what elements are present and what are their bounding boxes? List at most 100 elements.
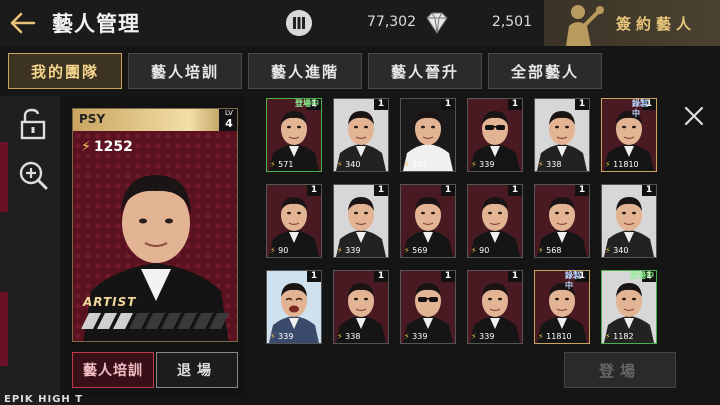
tab-my-team[interactable]: 我的團隊 <box>8 53 122 89</box>
album-count: 77,302 <box>367 14 416 30</box>
go-on-stage-button[interactable]: 登場 <box>564 352 676 388</box>
card-power: ⚡ 569 <box>404 246 428 255</box>
bolt-icon: ⚡ <box>337 160 343 169</box>
card-level: 1 <box>441 271 455 282</box>
artist-card[interactable]: 1 ⚡ 568 <box>534 184 590 258</box>
artist-name: PSY <box>79 112 106 126</box>
tab-artist-training[interactable]: 藝人培訓 <box>128 53 242 89</box>
card-power: ⚡ 11810 <box>605 160 639 169</box>
card-power: ⚡ 338 <box>337 332 361 341</box>
card-power: ⚡ 571 <box>270 160 294 169</box>
card-level: 1 <box>508 271 522 282</box>
card-power: ⚡ 341 <box>404 160 428 169</box>
status-badge: 錄製中 <box>565 271 581 290</box>
artist-logo: ARTIST <box>83 295 137 309</box>
close-icon[interactable] <box>682 104 706 128</box>
artist-portrait <box>73 131 237 341</box>
card-level: 1 <box>508 99 522 110</box>
artist-detail-panel: PSY LV 4 ⚡ 1252 ARTIST 藝人培訓 退場 <box>62 96 246 398</box>
card-power: ⚡ 90 <box>471 246 490 255</box>
signed-artists-label: 簽約藝人 <box>616 15 697 33</box>
artist-card[interactable]: 1 ⚡ 340 <box>333 98 389 172</box>
bolt-icon: ⚡ <box>538 160 544 169</box>
bolt-icon: ⚡ <box>270 246 276 255</box>
artist-card[interactable]: 1 ⚡ 341 <box>400 98 456 172</box>
bolt-icon: ⚡ <box>471 246 477 255</box>
tab-artist-advance[interactable]: 藝人進階 <box>248 53 362 89</box>
card-power: ⚡ 339 <box>337 246 361 255</box>
page-title: 藝人管理 <box>52 12 140 36</box>
unlock-icon[interactable] <box>18 108 48 140</box>
bolt-icon: ⚡ <box>81 139 91 155</box>
card-power: ⚡ 338 <box>538 160 562 169</box>
bolt-icon: ⚡ <box>538 332 544 341</box>
card-power: ⚡ 339 <box>270 332 294 341</box>
stripe-decoration <box>81 313 229 329</box>
bolt-icon: ⚡ <box>337 332 343 341</box>
signed-artists-button[interactable]: 簽約藝人 <box>544 0 720 46</box>
card-level: 1 <box>307 185 321 196</box>
status-badge: 登場中 <box>630 271 654 280</box>
tool-column <box>0 96 60 405</box>
card-header: PSY LV 4 <box>73 109 237 131</box>
side-edge-decoration <box>0 292 8 366</box>
artist-card[interactable]: 1 ⚡ 339 <box>467 98 523 172</box>
artist-card[interactable]: 1 登場中 ⚡ 571 <box>266 98 322 172</box>
status-badge: 錄製中 <box>632 99 648 118</box>
diamond-count: 2,501 <box>491 14 532 30</box>
bolt-icon: ⚡ <box>471 160 477 169</box>
bolt-icon: ⚡ <box>605 332 611 341</box>
artist-card[interactable]: 1 ⚡ 339 <box>400 270 456 344</box>
card-power: ⚡ 340 <box>337 160 361 169</box>
artist-training-button[interactable]: 藝人培訓 <box>72 352 154 388</box>
artist-card-grid: 1 登場中 ⚡ 571 1 ⚡ 340 1 ⚡ 341 1 ⚡ 339 1 ⚡ 338 1 錄製中 ⚡ 1… <box>262 96 672 344</box>
exit-stage-button[interactable]: 退場 <box>156 352 238 388</box>
bolt-icon: ⚡ <box>270 332 276 341</box>
artist-card[interactable]: 1 ⚡ 338 <box>534 98 590 172</box>
bolt-icon: ⚡ <box>404 246 410 255</box>
card-level: 1 <box>374 99 388 110</box>
card-level: 1 <box>307 271 321 282</box>
card-level: 1 <box>441 185 455 196</box>
card-level: 1 <box>575 99 589 110</box>
bolt-icon: ⚡ <box>471 332 477 341</box>
card-level: 1 <box>441 99 455 110</box>
album-icon <box>286 10 312 36</box>
card-power: ⚡ 339 <box>471 160 495 169</box>
bottom-caption: EPIK HIGH T <box>4 394 84 405</box>
artist-card[interactable]: 1 ⚡ 569 <box>400 184 456 258</box>
card-power: ⚡ 11810 <box>538 332 572 341</box>
artist-card[interactable]: 1 ⚡ 339 <box>467 270 523 344</box>
tab-artist-promotion[interactable]: 藝人晉升 <box>368 53 482 89</box>
bolt-icon: ⚡ <box>605 246 611 255</box>
bolt-icon: ⚡ <box>538 246 544 255</box>
artist-card[interactable]: 1 ⚡ 90 <box>467 184 523 258</box>
card-power: ⚡ 340 <box>605 246 629 255</box>
level-badge: LV 4 <box>219 109 237 131</box>
artist-card[interactable]: 1 ⚡ 340 <box>601 184 657 258</box>
bolt-icon: ⚡ <box>404 160 410 169</box>
artist-card[interactable]: 1 錄製中 ⚡ 11810 <box>534 270 590 344</box>
artist-card[interactable]: 1 ⚡ 339 <box>333 184 389 258</box>
card-power: ⚡ 339 <box>404 332 428 341</box>
zoom-in-icon[interactable] <box>18 160 48 192</box>
card-level: 1 <box>642 185 656 196</box>
back-arrow-icon[interactable] <box>8 9 38 37</box>
tab-all-artists[interactable]: 全部藝人 <box>488 53 602 89</box>
status-badge: 登場中 <box>295 99 319 108</box>
artist-card[interactable]: 1 ⚡ 90 <box>266 184 322 258</box>
bolt-icon: ⚡ <box>270 160 276 169</box>
bolt-icon: ⚡ <box>605 160 611 169</box>
diamond-icon[interactable] <box>422 10 452 36</box>
selected-artist-card[interactable]: PSY LV 4 ⚡ 1252 ARTIST <box>72 108 238 342</box>
artist-card[interactable]: 1 錄製中 ⚡ 11810 <box>601 98 657 172</box>
bolt-icon: ⚡ <box>337 246 343 255</box>
card-level: 1 <box>508 185 522 196</box>
artist-card[interactable]: 1 登場中 ⚡ 1182 <box>601 270 657 344</box>
side-edge-decoration <box>0 142 8 212</box>
artist-power: ⚡ 1252 <box>81 139 133 155</box>
level-value: 4 <box>225 117 233 130</box>
top-bar: 藝人管理 77,302 2,501 簽約藝人 <box>0 0 720 46</box>
artist-card[interactable]: 1 ⚡ 339 <box>266 270 322 344</box>
artist-card[interactable]: 1 ⚡ 338 <box>333 270 389 344</box>
